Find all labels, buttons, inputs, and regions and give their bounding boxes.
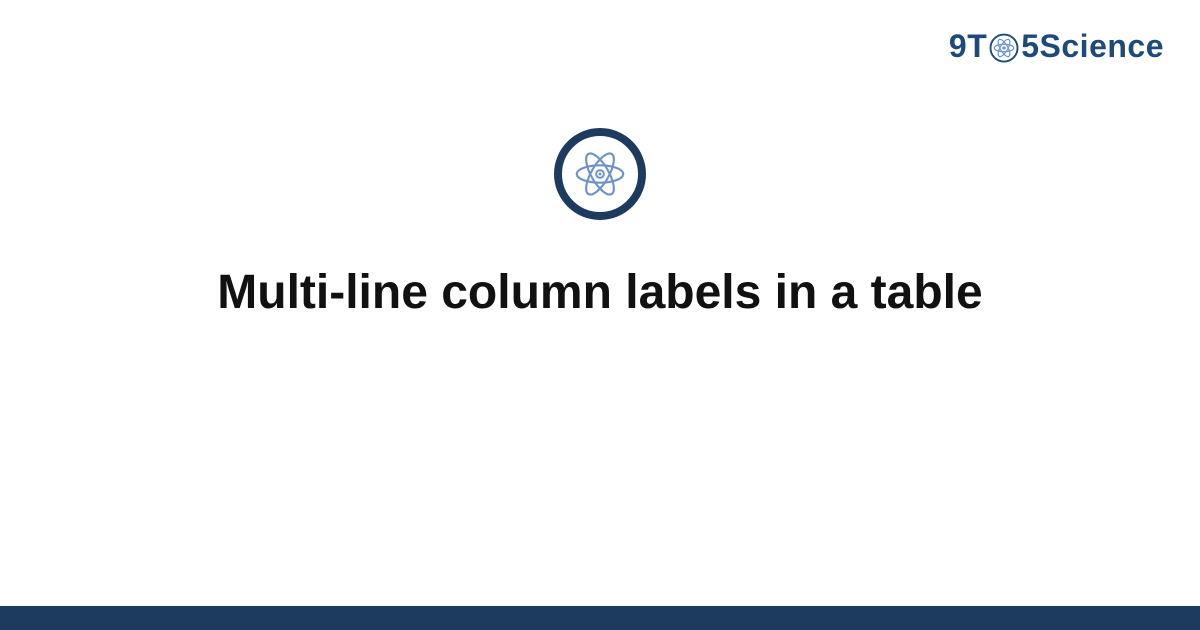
atom-badge-icon	[554, 128, 646, 220]
footer-bar	[0, 606, 1200, 630]
page-title: Multi-line column labels in a table	[217, 264, 982, 322]
main-content: Multi-line column labels in a table	[0, 0, 1200, 630]
